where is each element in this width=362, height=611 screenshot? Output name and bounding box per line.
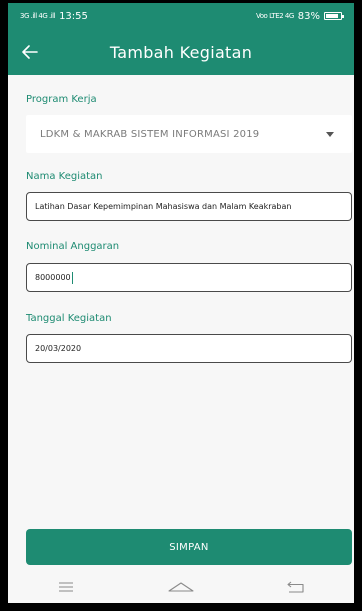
- program-kerja-dropdown[interactable]: LDKM & MAKRAB SISTEM INFORMASI 2019: [26, 115, 352, 153]
- signal-icon: 3G .ill 4G .ill: [20, 11, 56, 20]
- back-nav-button[interactable]: [276, 575, 316, 599]
- chevron-down-icon: [326, 131, 334, 137]
- status-right: Voo LTE2 4G 83%: [256, 10, 344, 22]
- program-kerja-label: Program Kerja: [26, 94, 97, 105]
- phone-screen: 3G .ill 4G .ill 13:55 Voo LTE2 4G 83% Ta…: [8, 3, 354, 603]
- arrow-left-icon: [22, 45, 38, 59]
- nama-kegiatan-input[interactable]: [26, 192, 352, 221]
- menu-icon: [58, 582, 73, 592]
- nominal-anggaran-label: Nominal Anggaran: [26, 241, 120, 252]
- nama-kegiatan-label: Nama Kegiatan: [26, 171, 103, 182]
- status-left: 3G .ill 4G .ill 13:55: [20, 11, 88, 22]
- battery-icon: [324, 12, 344, 20]
- nominal-anggaran-input[interactable]: [26, 263, 352, 292]
- back-icon: [287, 581, 304, 593]
- back-button[interactable]: [8, 29, 52, 75]
- status-time: 13:55: [59, 10, 88, 22]
- text-cursor: [72, 272, 73, 284]
- tanggal-kegiatan-input[interactable]: [26, 334, 352, 363]
- home-button[interactable]: [161, 575, 201, 599]
- tanggal-kegiatan-label: Tanggal Kegiatan: [26, 313, 112, 324]
- home-icon: [168, 582, 194, 592]
- battery-fill: [326, 14, 338, 18]
- save-button[interactable]: SIMPAN: [26, 529, 352, 565]
- app-bar: Tambah Kegiatan: [8, 29, 354, 75]
- menu-button[interactable]: [46, 575, 86, 599]
- network-indicator: Voo LTE2 4G: [256, 11, 294, 20]
- navigation-bar: [8, 571, 354, 603]
- battery-percent: 83%: [297, 10, 320, 22]
- program-kerja-value: LDKM & MAKRAB SISTEM INFORMASI 2019: [40, 128, 260, 140]
- page-title: Tambah Kegiatan: [109, 42, 253, 62]
- status-bar: 3G .ill 4G .ill 13:55 Voo LTE2 4G 83%: [8, 3, 354, 29]
